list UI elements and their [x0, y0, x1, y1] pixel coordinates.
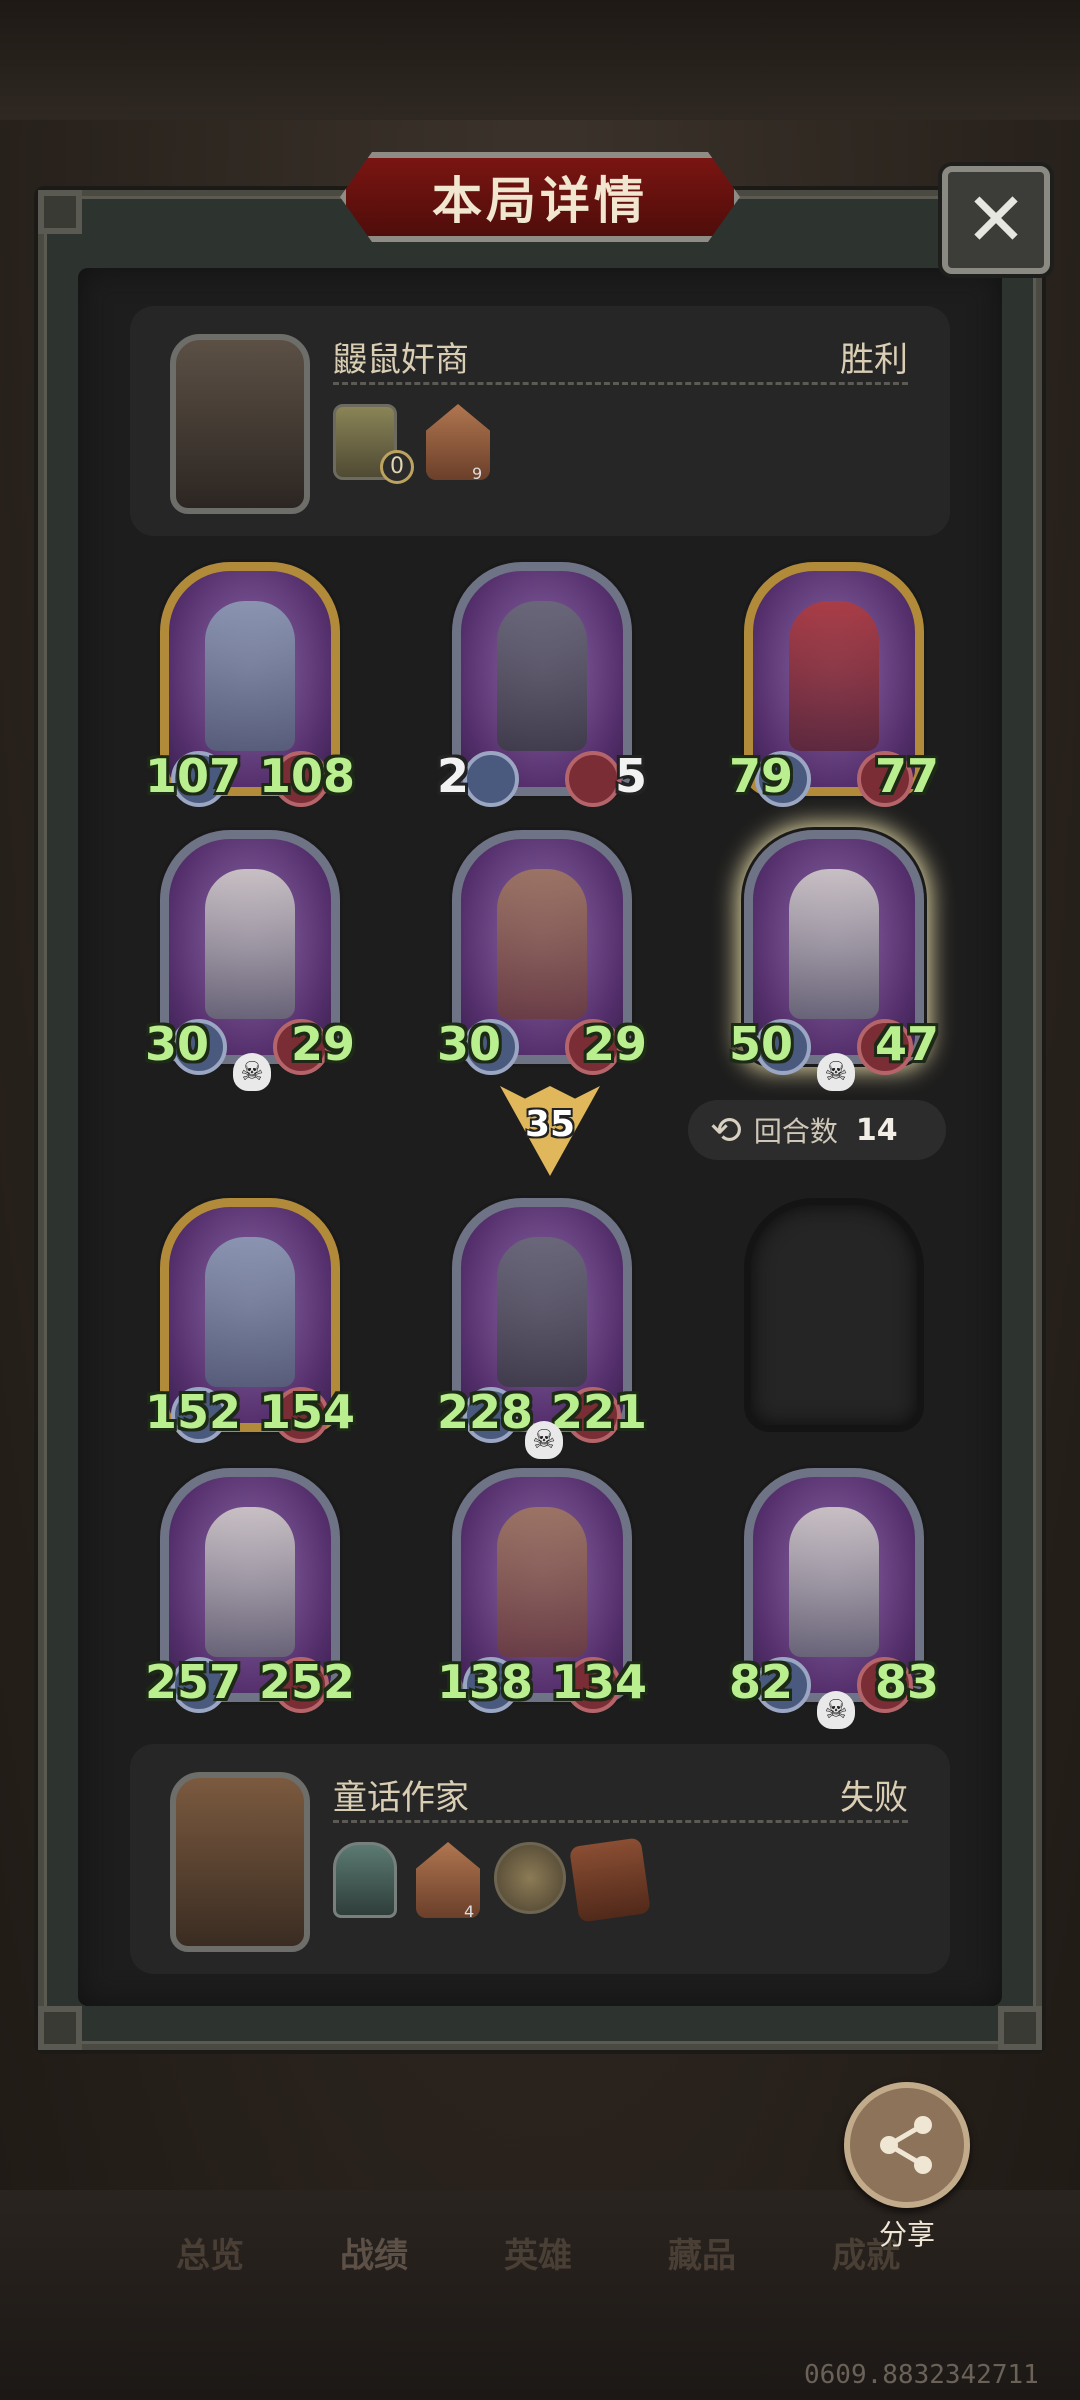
share-button[interactable] — [844, 2082, 970, 2208]
top-shade — [0, 0, 1080, 120]
rounds-icon: ⟲ — [710, 1108, 742, 1152]
attack-value: 30 — [437, 1017, 502, 1071]
player-panel-winner: 鼹鼠奸商 胜利 0 9 — [130, 306, 950, 536]
nav-tab[interactable]: 藏品 — [632, 2228, 772, 2277]
health-value: 47 — [874, 1017, 939, 1071]
dialog-title: 本局详情 — [432, 172, 648, 230]
attack-value: 50 — [729, 1017, 794, 1071]
minion-art — [497, 1507, 587, 1657]
minion-card[interactable]: 25 — [437, 562, 647, 807]
minion-card[interactable]: 30 29 ☠ — [145, 830, 355, 1091]
attack-value: 30 — [145, 1017, 210, 1071]
tier-value: 35 — [524, 1104, 576, 1145]
skull-icon: ☠ — [817, 1691, 855, 1729]
skull-icon: ☠ — [233, 1053, 271, 1091]
divider — [333, 1820, 908, 1823]
attack-value: 257 — [145, 1655, 242, 1709]
nav-tab[interactable]: 战绩 — [304, 2228, 444, 2277]
minion-card[interactable]: 138 134 — [437, 1468, 647, 1713]
frame-corner — [38, 2006, 82, 2050]
attack-value: 107 — [145, 749, 242, 803]
minion-art — [497, 601, 587, 751]
minion-card[interactable]: 107 108 — [145, 562, 355, 807]
player-name: 童话作家 — [333, 1778, 469, 1818]
minion-art — [497, 1237, 587, 1387]
avatar[interactable] — [170, 1772, 310, 1952]
player-result: 胜利 — [840, 340, 908, 380]
health-badge-icon — [565, 751, 621, 807]
attack-badge-icon — [463, 751, 519, 807]
minion-art — [205, 1237, 295, 1387]
attack-value: 79 — [729, 749, 794, 803]
skull-icon: ☠ — [817, 1053, 855, 1091]
attack-value: 82 — [729, 1655, 794, 1709]
minion-art — [205, 1507, 295, 1657]
coin-icon[interactable] — [494, 1842, 566, 1914]
minion-art — [497, 869, 587, 1019]
health-value: 5 — [614, 749, 647, 803]
rounds-label: 回合数 — [753, 1115, 838, 1148]
health-value: 252 — [258, 1655, 355, 1709]
minion-card[interactable]: 79 77 — [729, 562, 939, 807]
book-icon[interactable] — [569, 1837, 651, 1923]
minion-art — [789, 869, 879, 1019]
health-value: 29 — [582, 1017, 647, 1071]
health-value: 108 — [258, 749, 355, 803]
attack-value: 2 — [437, 749, 470, 803]
health-value: 29 — [290, 1017, 355, 1071]
attack-value: 138 — [437, 1655, 534, 1709]
player-result: 失败 — [840, 1778, 908, 1818]
health-value: 77 — [874, 749, 939, 803]
minion-art — [789, 601, 879, 751]
nav-tab[interactable]: 总览 — [140, 2228, 280, 2277]
skull-icon: ☠ — [525, 1421, 563, 1459]
watermark: 0609.8832342711 — [804, 2360, 1039, 2390]
close-icon: ✕ — [964, 177, 1027, 263]
health-value: 221 — [550, 1385, 647, 1439]
health-value: 134 — [550, 1655, 647, 1709]
minion-card[interactable]: 257 252 — [145, 1468, 355, 1713]
minion-card[interactable]: 82 83 ☠ — [729, 1468, 939, 1729]
attack-value: 228 — [437, 1385, 534, 1439]
close-button[interactable]: ✕ — [942, 166, 1050, 274]
minion-art — [205, 869, 295, 1019]
divider — [333, 382, 908, 385]
minion-art — [789, 1507, 879, 1657]
hero-token-icon[interactable] — [333, 1842, 397, 1918]
frame-corner — [38, 190, 82, 234]
minion-card[interactable]: 30 29 — [437, 830, 647, 1075]
minion-card[interactable]: 152 154 — [145, 1198, 355, 1443]
rounds-value: 14 — [855, 1112, 898, 1148]
health-value: 83 — [874, 1655, 939, 1709]
house-count: 4 — [464, 1902, 475, 1921]
title-plate: 本局详情 — [340, 152, 740, 242]
house-count: 9 — [472, 464, 483, 483]
minion-card[interactable]: 228 221 ☠ — [437, 1198, 647, 1459]
player-name: 鼹鼠奸商 — [333, 340, 469, 380]
share-icon — [880, 2116, 932, 2174]
nav-tab[interactable]: 英雄 — [468, 2228, 608, 2277]
minion-art — [205, 601, 295, 751]
relic-count: 0 — [380, 450, 414, 484]
attack-value: 152 — [145, 1385, 242, 1439]
empty-minion-slot — [744, 1198, 924, 1432]
player-panel-loser: 童话作家 失败 4 — [130, 1744, 950, 1974]
share-label: 分享 — [878, 2218, 935, 2251]
frame-corner — [998, 2006, 1042, 2050]
avatar[interactable] — [170, 334, 310, 514]
health-value: 154 — [258, 1385, 355, 1439]
minion-card[interactable]: 50 47 ☠ — [729, 830, 939, 1091]
round-counter: ⟲ 回合数 14 — [688, 1100, 946, 1160]
